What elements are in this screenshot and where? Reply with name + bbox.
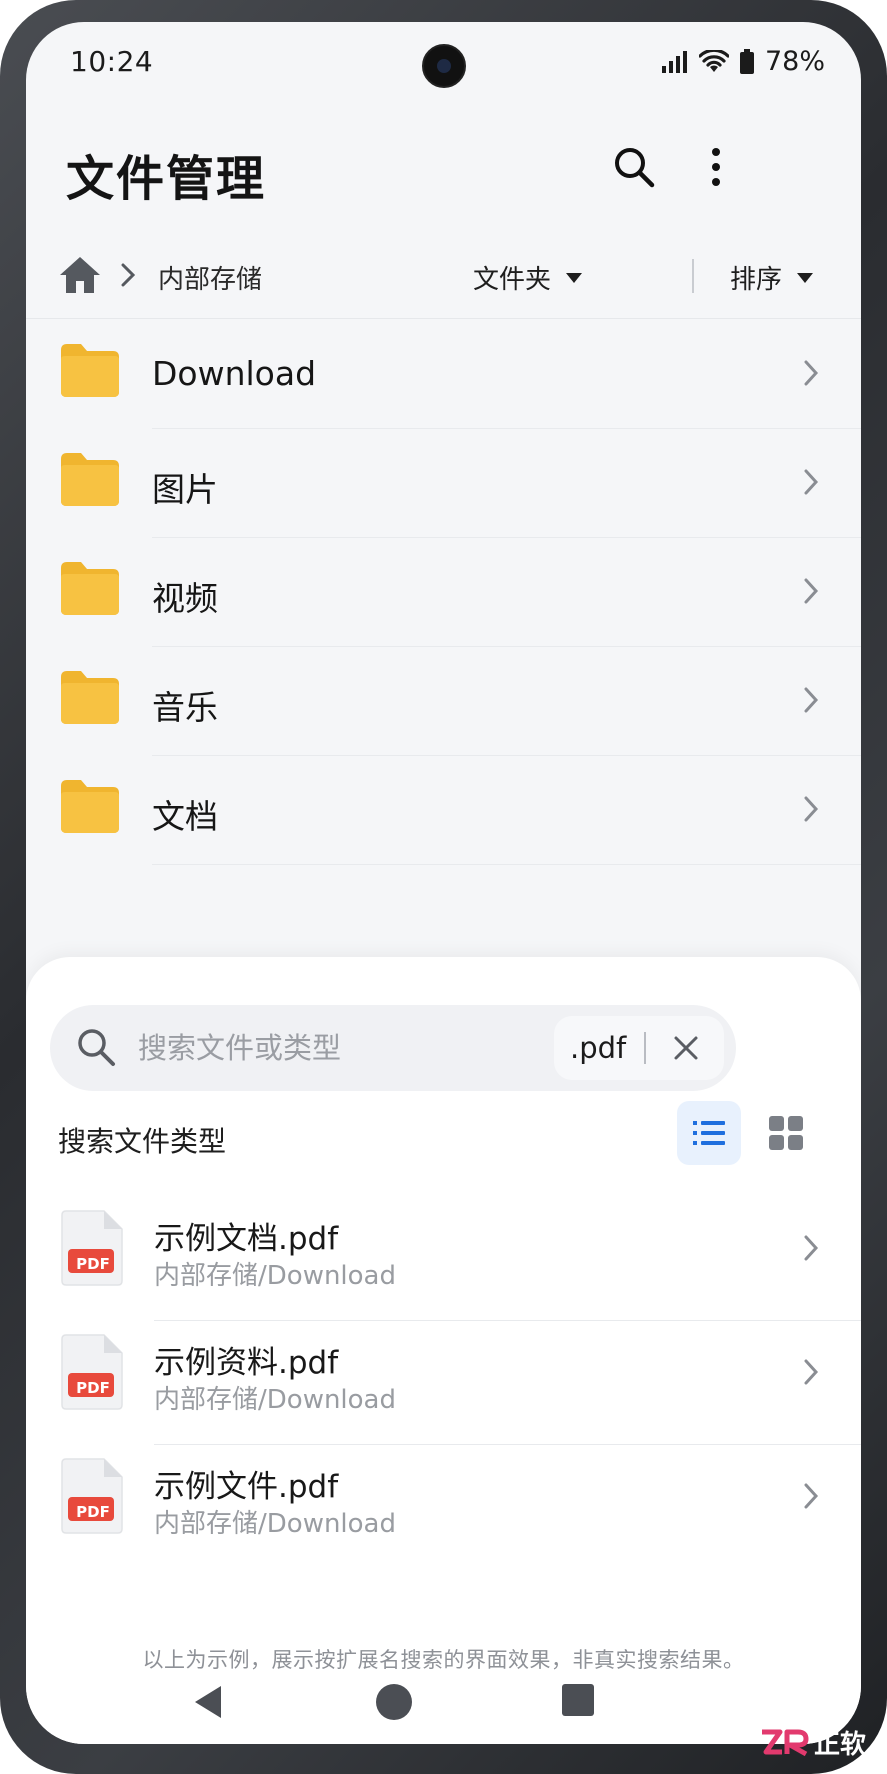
close-icon[interactable]	[668, 1030, 704, 1066]
search-sheet: .pdf 搜索文件类型	[26, 957, 861, 1744]
folder-name: 视频	[152, 579, 218, 618]
file-path: 内部存储/Download	[154, 1261, 396, 1291]
recents-icon[interactable]	[560, 1682, 596, 1718]
sort-label: 排序	[730, 265, 783, 295]
back-icon[interactable]	[191, 1682, 227, 1722]
search-icon	[78, 1029, 115, 1066]
chevron-right-icon	[804, 796, 819, 822]
app-header: 文件管理	[26, 117, 861, 217]
sort-dropdown[interactable]: 排序	[730, 259, 814, 296]
caret-down-icon	[566, 272, 583, 283]
chevron-right-icon	[804, 469, 819, 495]
chip-divider	[644, 1032, 646, 1064]
folder-row[interactable]: Download	[26, 320, 861, 429]
screen: 10:24 78% 文件管理 内部存储 文件夹 排序 Download 图片 视…	[26, 22, 861, 1744]
zr-logo-icon	[762, 1729, 809, 1756]
file-name: 示例文档.pdf	[154, 1221, 339, 1257]
section-title: 搜索文件类型	[58, 1125, 227, 1158]
home-button[interactable]	[58, 255, 106, 303]
chevron-right-icon	[804, 1483, 819, 1509]
file-path: 内部存储/Download	[154, 1385, 396, 1415]
chevron-right-icon	[804, 578, 819, 604]
folder-list: Download 图片视频音乐文档	[26, 320, 861, 865]
file-path: 内部存储/Download	[154, 1509, 396, 1539]
folder-name: 文档	[152, 797, 218, 836]
page-title: 文件管理	[66, 151, 267, 207]
more-options-button[interactable]	[688, 139, 744, 195]
watermark-logo: 正软	[760, 1724, 866, 1761]
folder-icon	[61, 780, 119, 833]
search-results: PDF 示例文档.pdf 内部存储/Download PDF 示例资料.pdf 内部存储/…	[26, 1197, 861, 1561]
search-bar: .pdf	[50, 1005, 736, 1091]
more-vert-icon	[712, 148, 720, 186]
watermark-text: 正软	[814, 1730, 867, 1760]
folder-icon	[61, 671, 119, 724]
folder-filter-label: 文件夹	[473, 265, 552, 295]
front-camera	[422, 44, 466, 88]
home-nav-icon[interactable]	[374, 1682, 414, 1722]
list-view-icon	[693, 1121, 725, 1145]
folder-row[interactable]: 音乐	[26, 647, 861, 756]
grid-view-button[interactable]	[754, 1101, 818, 1165]
extension-chip[interactable]: .pdf	[554, 1016, 724, 1080]
folder-row[interactable]: 文档	[26, 756, 861, 865]
phone-frame: 10:24 78% 文件管理 内部存储 文件夹 排序 Download 图片 视…	[0, 0, 887, 1774]
status-time: 10:24	[70, 45, 154, 78]
divider	[26, 318, 861, 319]
search-result-row[interactable]: PDF 示例资料.pdf 内部存储/Download	[26, 1321, 861, 1445]
divider	[152, 864, 861, 865]
chevron-right-icon	[804, 360, 819, 386]
chevron-right-icon	[121, 263, 136, 287]
folder-row[interactable]: 图片	[26, 429, 861, 538]
search-button[interactable]	[606, 139, 662, 195]
search-icon	[615, 148, 655, 188]
status-bar: 10:24 78%	[26, 22, 861, 112]
folder-icon	[61, 453, 119, 506]
file-name: 示例文件.pdf	[154, 1469, 339, 1505]
caret-down-icon	[797, 272, 814, 283]
chevron-right-icon	[804, 687, 819, 713]
search-result-row[interactable]: PDF 示例文档.pdf 内部存储/Download	[26, 1197, 861, 1321]
pdf-badge-label: PDF	[76, 1503, 110, 1521]
folder-name: 图片	[152, 470, 218, 509]
extension-chip-label: .pdf	[570, 1031, 627, 1065]
breadcrumb-current[interactable]: 内部存储	[158, 259, 262, 296]
list-view-button[interactable]	[677, 1101, 741, 1165]
folder-icon	[61, 562, 119, 615]
battery-percent: 78%	[764, 46, 825, 77]
status-icons: 78%	[661, 46, 825, 77]
breadcrumb: 内部存储 文件夹 排序	[26, 247, 861, 317]
signal-icon	[661, 50, 687, 73]
search-result-row[interactable]: PDF 示例文件.pdf 内部存储/Download	[26, 1445, 861, 1561]
battery-icon	[739, 48, 754, 74]
pdf-badge-label: PDF	[76, 1255, 110, 1273]
system-nav-bar	[26, 1662, 861, 1744]
home-icon	[60, 257, 100, 293]
chevron-right-icon	[804, 1359, 819, 1385]
chevron-right-icon	[804, 1235, 819, 1261]
folder-name: Download	[152, 354, 317, 393]
folder-name: 音乐	[152, 688, 218, 727]
folder-icon	[61, 344, 119, 397]
pdf-file-icon	[61, 1458, 123, 1534]
grid-view-icon	[769, 1116, 803, 1150]
pdf-badge-label: PDF	[76, 1379, 110, 1397]
folder-row[interactable]: 视频	[26, 538, 861, 647]
pdf-file-icon	[61, 1210, 123, 1286]
wifi-icon	[698, 49, 729, 72]
dropdown-divider	[692, 259, 694, 293]
pdf-file-icon	[61, 1334, 123, 1410]
search-input[interactable]	[136, 1023, 536, 1073]
folder-filter-dropdown[interactable]: 文件夹	[473, 259, 583, 296]
file-name: 示例资料.pdf	[154, 1345, 339, 1381]
